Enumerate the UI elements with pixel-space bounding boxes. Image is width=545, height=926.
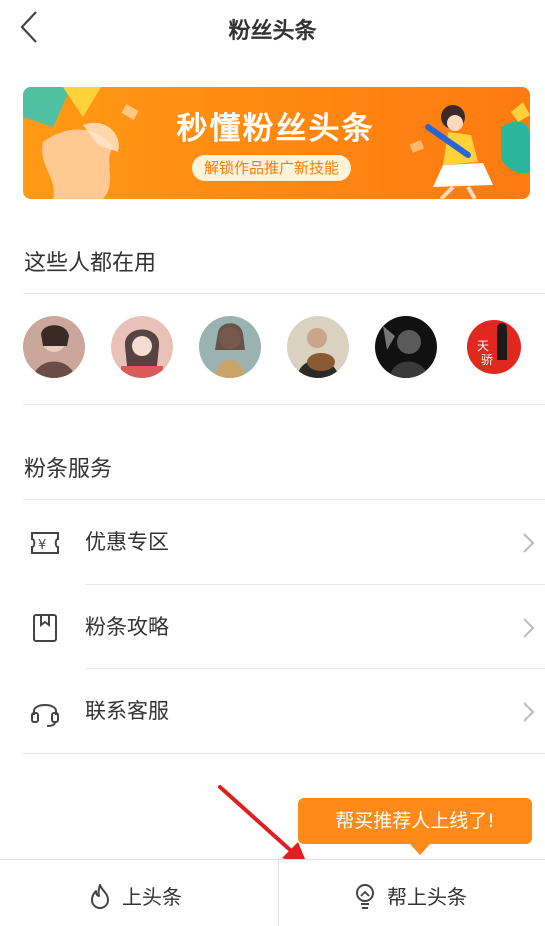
user-avatar[interactable]	[199, 316, 261, 378]
chevron-right-icon	[523, 702, 535, 722]
menu-item-support[interactable]: 联系客服	[23, 669, 545, 753]
avatar-image: 天骄	[463, 316, 525, 378]
svg-text:¥: ¥	[38, 538, 46, 553]
divider	[23, 753, 545, 754]
user-avatar[interactable]	[375, 316, 437, 378]
services-section-title: 粉条服务	[24, 457, 113, 482]
menu-item-label: 优惠专区	[85, 530, 169, 554]
user-avatar[interactable]	[287, 316, 349, 378]
menu-item-label: 联系客服	[85, 699, 169, 723]
avatar-list: 天骄	[23, 316, 533, 378]
user-avatar[interactable]: 天骄	[463, 316, 525, 378]
avatar-image	[23, 316, 85, 378]
bottom-tabbar: 上头条 帮上头条	[0, 859, 545, 926]
avatar-image	[199, 316, 261, 378]
tab-boost[interactable]: 上头条	[0, 860, 279, 926]
header: 粉丝头条	[0, 0, 545, 56]
coupon-icon: ¥	[31, 532, 59, 554]
lightbulb-icon	[356, 883, 374, 909]
avatar-image	[111, 316, 173, 378]
avatar-image	[287, 316, 349, 378]
flame-icon	[91, 883, 109, 909]
divider	[23, 404, 545, 405]
promo-tooltip[interactable]: 帮买推荐人上线了!	[298, 798, 532, 844]
users-section-title: 这些人都在用	[24, 251, 157, 276]
bookmark-icon	[33, 614, 57, 642]
banner-subtitle: 解锁作品推广新技能	[192, 155, 352, 181]
avatar-image	[375, 316, 437, 378]
page-title: 粉丝头条	[228, 19, 317, 44]
tab-help-boost[interactable]: 帮上头条	[279, 860, 545, 926]
svg-text:骄: 骄	[481, 353, 493, 367]
headset-icon	[31, 704, 59, 727]
user-avatar[interactable]	[111, 316, 173, 378]
divider	[23, 293, 545, 294]
promo-banner[interactable]: 秒懂粉丝头条 解锁作品推广新技能	[23, 87, 530, 199]
tab-label: 帮上头条	[387, 885, 467, 909]
tab-label: 上头条	[122, 885, 182, 909]
tab-content: 上头条	[88, 881, 182, 910]
chevron-right-icon	[523, 533, 535, 553]
tooltip-tail	[410, 844, 430, 855]
tab-content: 帮上头条	[353, 881, 467, 910]
user-avatar[interactable]	[23, 316, 85, 378]
chevron-right-icon	[523, 618, 535, 638]
menu-item-guide[interactable]: 粉条攻略	[23, 585, 545, 669]
banner-title: 秒懂粉丝头条	[176, 111, 375, 147]
menu-item-label: 粉条攻略	[85, 615, 169, 639]
svg-text:天: 天	[477, 339, 489, 353]
menu-item-coupons[interactable]: ¥ 优惠专区	[23, 500, 545, 584]
